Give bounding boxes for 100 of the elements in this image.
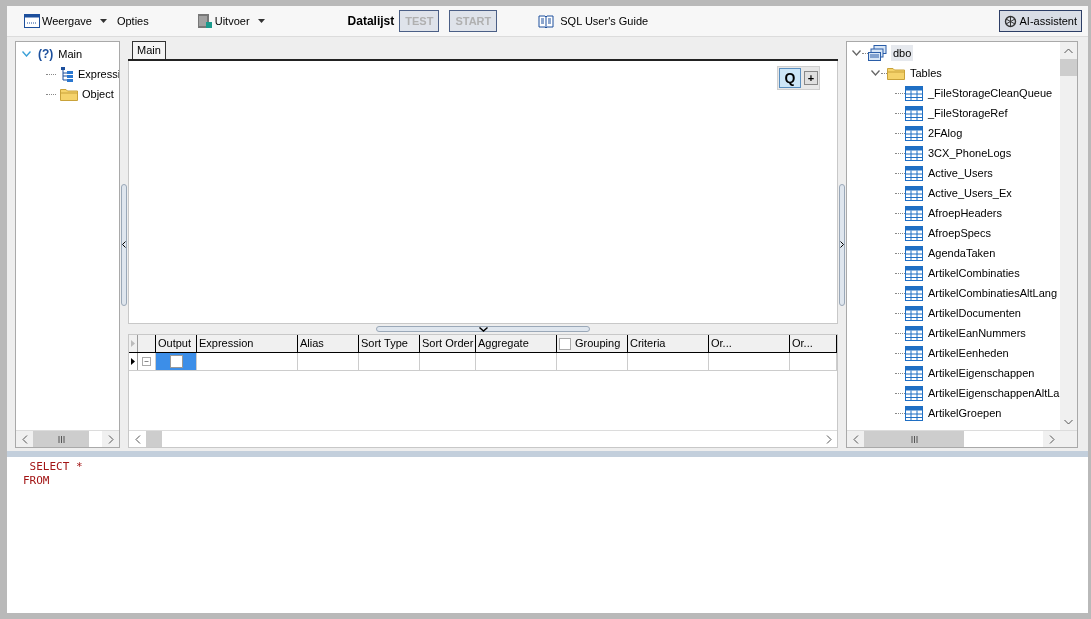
chevron-right-icon <box>107 434 114 444</box>
column-header[interactable]: Sort Order <box>420 335 476 352</box>
column-header[interactable]: Criteria <box>628 335 709 352</box>
table-icon <box>905 265 923 281</box>
table-icon <box>905 125 923 141</box>
toolbar-menu[interactable]: Opties <box>115 12 150 30</box>
chevron-left-icon <box>21 434 28 444</box>
tree-item[interactable]: 3CX_PhoneLogs <box>926 144 1014 162</box>
collapse-icon <box>142 357 152 366</box>
column-header[interactable]: Or... <box>790 335 837 352</box>
code-line: SELECT * <box>28 460 84 474</box>
scrollbar-thumb[interactable] <box>864 431 964 447</box>
column-header[interactable]: Output <box>156 335 197 352</box>
tree-item[interactable]: ArtikelEigenschappen <box>926 364 1037 382</box>
chevron-down-icon[interactable] <box>22 51 31 57</box>
table-icon <box>905 405 923 421</box>
splitter-bar[interactable] <box>7 451 1088 457</box>
tree-item[interactable]: AfroepHeaders <box>926 204 1004 222</box>
table-icon <box>905 205 923 221</box>
window-icon <box>24 14 40 28</box>
column-header[interactable]: Alias <box>298 335 359 352</box>
toolbar-label: Datalijst <box>347 13 395 30</box>
chevron-right-icon <box>1048 434 1055 444</box>
tree-item[interactable]: Active_Users <box>926 164 995 182</box>
column-header[interactable]: Or... <box>709 335 790 352</box>
scrollbar-track[interactable] <box>89 431 102 447</box>
tree-item[interactable]: Tables <box>908 64 944 82</box>
table-icon <box>905 305 923 321</box>
chevron-left-icon <box>852 434 859 444</box>
toolbar-menu[interactable]: Weergave <box>23 12 108 30</box>
tree-item[interactable]: ArtikelCombinaties <box>926 264 1022 282</box>
tree-item[interactable]: Expressi <box>78 65 119 83</box>
chevron-down-icon[interactable] <box>871 70 880 76</box>
column-header[interactable]: Sort Type <box>359 335 420 352</box>
grip-icon <box>57 435 65 443</box>
table-icon <box>905 345 923 361</box>
checkbox[interactable] <box>169 355 183 368</box>
collapse-right-handle[interactable] <box>839 183 845 306</box>
table-icon <box>905 245 923 261</box>
chevron-down-icon <box>478 327 488 332</box>
tree-item[interactable]: dbo <box>891 44 914 62</box>
tree-item[interactable]: Active_Users_Ex <box>926 184 1014 202</box>
tree-item[interactable]: AgendaTaken <box>926 244 998 262</box>
table-icon <box>905 365 923 381</box>
grip-icon <box>910 435 918 443</box>
collapse-left-handle[interactable] <box>121 183 127 306</box>
chevron-right-icon <box>825 434 832 444</box>
chevron-left-icon <box>134 434 141 444</box>
table-icon <box>905 145 923 161</box>
column-header[interactable]: Expression <box>197 335 298 352</box>
table-icon <box>905 385 923 401</box>
tree-item[interactable]: ArtikelEanNummers <box>926 324 1028 342</box>
checkbox[interactable] <box>559 337 571 350</box>
table-icon <box>905 325 923 341</box>
table-icon <box>905 165 923 181</box>
caret-down-icon <box>257 19 265 23</box>
sql-editor[interactable]: SELECT * FROM <box>7 457 1088 613</box>
chevron-up-icon <box>1064 47 1073 54</box>
canvas-button[interactable]: Q <box>779 68 801 88</box>
server-icon <box>196 13 213 29</box>
table-icon <box>905 185 923 201</box>
tree-item[interactable]: ArtikelGroepen <box>926 404 1004 422</box>
table-icon <box>905 285 923 301</box>
tree-item[interactable]: Object <box>82 85 114 103</box>
tree-item[interactable]: _FileStorageCleanQueue <box>926 84 1055 102</box>
chevron-left-icon <box>122 241 126 248</box>
canvas-button[interactable]: + <box>804 71 818 85</box>
tree-item[interactable]: _FileStorageRef <box>926 104 1010 122</box>
chevron-down-icon[interactable] <box>852 50 861 56</box>
tree-item[interactable]: ArtikelEenheden <box>926 344 1011 362</box>
toolbar-menu[interactable]: Uitvoer <box>195 12 266 30</box>
table-icon <box>905 85 923 101</box>
hierarchy-icon <box>60 66 74 82</box>
tab[interactable]: Main <box>132 41 166 59</box>
database-icon <box>868 45 888 61</box>
tree-item[interactable]: ArtikelDocumenten <box>926 304 1023 322</box>
tree-item[interactable]: ArtikelCombinatiesAltLang <box>926 284 1059 302</box>
column-header[interactable]: Aggregate <box>476 335 557 352</box>
tree-item[interactable]: 2FAlog <box>926 124 965 142</box>
chevron-down-icon <box>1064 418 1073 425</box>
scrollbar-thumb[interactable] <box>1060 59 1077 76</box>
folder-icon <box>887 66 905 80</box>
query-symbol-label: (?) <box>38 46 54 63</box>
caret-down-icon <box>99 19 107 23</box>
table-icon <box>905 225 923 241</box>
ai-assistant-button[interactable]: AI-assistent <box>998 10 1082 32</box>
book-icon <box>538 14 555 28</box>
chevron-right-icon <box>840 241 844 248</box>
table-cell[interactable] <box>156 353 197 370</box>
table-icon <box>905 105 923 121</box>
tree-item[interactable]: Main <box>58 45 83 63</box>
splitter-handle[interactable] <box>376 326 590 332</box>
scrollbar-thumb[interactable] <box>146 431 162 447</box>
column-header[interactable]: Grouping <box>557 335 628 352</box>
tree-item[interactable]: AfroepSpecs <box>926 224 993 242</box>
code-line: FROM <box>23 474 51 488</box>
tree-item[interactable]: ArtikelEigenschappenAltLa <box>926 384 1060 402</box>
guide-link[interactable]: SQL User's Guide <box>537 12 650 30</box>
scrollbar-thumb[interactable] <box>33 431 89 447</box>
triangle-icon <box>131 340 136 347</box>
